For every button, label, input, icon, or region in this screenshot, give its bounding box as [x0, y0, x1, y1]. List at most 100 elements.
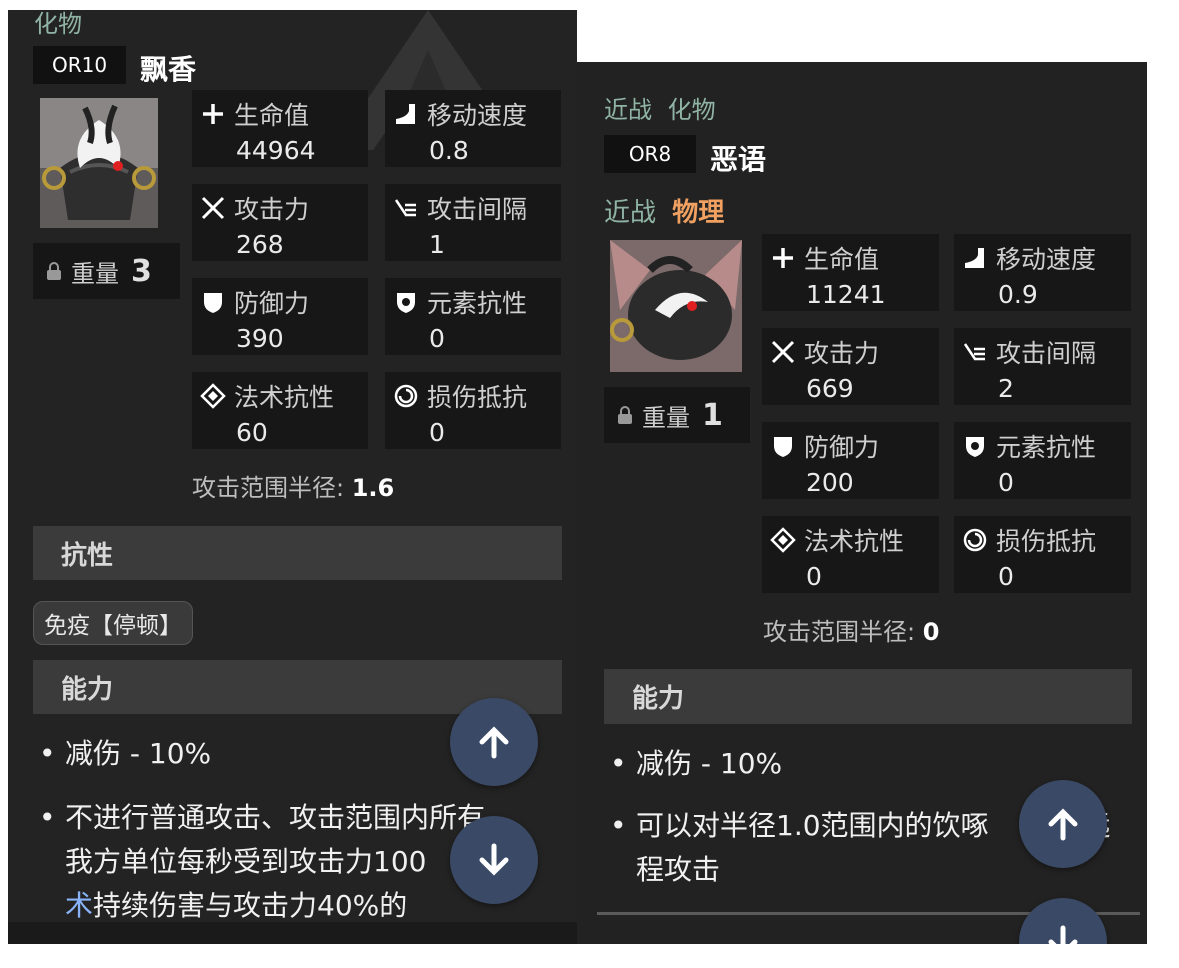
stat-damage-resistance: 损伤抵抗 0 [385, 372, 561, 449]
stat-value: 669 [806, 374, 854, 403]
weight-box: 重量 1 [604, 387, 750, 443]
lock-icon [47, 262, 61, 280]
stat-move-speed: 移动速度 0.9 [954, 234, 1131, 311]
stat-element-resistance: 元素抗性 0 [954, 422, 1131, 499]
stat-label: 生命值 [804, 245, 880, 274]
stat-attack-interval: 攻击间隔 2 [954, 328, 1131, 405]
enemy-card-left: 化物 OR10 飘香 重量 3 生命值 44964 移动速度 0.8 攻击力 2… [8, 10, 577, 944]
stat-label: 损伤抵抗 [996, 527, 1097, 556]
lock-icon [618, 406, 632, 424]
enemy-code-badge: OR8 [604, 135, 696, 173]
attack-type-line: 近战 物理 [604, 192, 724, 229]
stat-value: 268 [236, 230, 284, 259]
interval-icon [963, 343, 985, 361]
ability-text: 减伤 - 10% [65, 737, 212, 770]
stat-label: 移动速度 [427, 101, 528, 130]
stat-label: 防御力 [234, 289, 310, 318]
stat-value: 0 [998, 562, 1014, 591]
enemy-name: 恶语 [710, 143, 767, 176]
weight-value: 1 [702, 397, 723, 433]
stat-value: 0 [429, 324, 445, 353]
range-label: 攻击范围半径: [763, 618, 916, 646]
stat-defense: 防御力 200 [762, 422, 939, 499]
arrow-up-icon [1048, 808, 1078, 841]
arts-link[interactable]: 术 [65, 889, 93, 922]
stat-move-speed: 移动速度 0.8 [385, 90, 561, 167]
ability-text-line: 我方单位每秒受到攻击力100 [65, 845, 427, 878]
stat-value: 11241 [806, 280, 886, 309]
stat-label: 攻击力 [804, 339, 880, 368]
shield-icon [204, 293, 222, 313]
swirl-icon [394, 384, 418, 408]
stat-label: 攻击力 [234, 195, 310, 224]
swirl-icon [963, 528, 987, 552]
stat-label: 损伤抵抗 [427, 383, 528, 412]
arrow-down-icon [1048, 925, 1078, 944]
arrow-down-icon [479, 843, 509, 876]
stat-element-resistance: 元素抗性 0 [385, 278, 561, 355]
stat-hp: 生命值 11241 [762, 234, 939, 311]
stat-label: 元素抗性 [996, 433, 1097, 462]
scroll-down-button[interactable] [450, 816, 538, 904]
portrait-image [610, 240, 742, 372]
weight-label: 重量 [71, 259, 119, 288]
immunity-tag: 免疫【停顿】 [33, 601, 193, 645]
stat-value: 0 [806, 562, 822, 591]
element-shield-icon [966, 437, 984, 457]
stat-label: 攻击间隔 [996, 339, 1097, 368]
stat-value: 0 [998, 468, 1014, 497]
enemy-portrait[interactable] [610, 240, 742, 372]
diamond-icon [770, 527, 796, 553]
range-label: 攻击范围半径: [192, 474, 345, 502]
ability-item: • 减伤 - 10% [610, 747, 783, 780]
stat-arts-resistance: 法术抗性 60 [192, 372, 368, 449]
enemy-name: 飘香 [140, 53, 197, 86]
enemy-card-right: 近战 化物 OR8 恶语 近战 物理 重量 1 生命值 11241 移动速度 0… [577, 62, 1147, 944]
scroll-up-button[interactable] [1019, 780, 1107, 868]
enemy-portrait[interactable] [40, 98, 158, 228]
stat-label: 攻击间隔 [427, 195, 528, 224]
scroll-down-button[interactable] [1019, 898, 1107, 944]
stat-value: 44964 [236, 136, 316, 165]
portrait-image [40, 98, 158, 228]
shield-icon [774, 437, 792, 457]
resistance-header: 抗性 [33, 526, 562, 580]
category-label: 近战 [604, 96, 652, 124]
boot-icon [396, 104, 415, 124]
ability-item: • 减伤 - 10% [39, 737, 212, 770]
boot-icon [965, 248, 984, 268]
stat-arts-resistance: 法术抗性 0 [762, 516, 939, 593]
stat-label: 移动速度 [996, 245, 1097, 274]
stat-value: 2 [998, 374, 1014, 403]
ability-text-line: 持续伤害与攻击力40%的 [93, 889, 408, 922]
stat-damage-resistance: 损伤抵抗 0 [954, 516, 1131, 593]
weight-box: 重量 3 [33, 243, 180, 299]
stat-value: 0 [429, 418, 445, 447]
stat-label: 元素抗性 [427, 289, 528, 318]
stat-value: 60 [236, 418, 268, 447]
category-label: 化物 [34, 10, 82, 38]
stat-value: 0.9 [998, 280, 1038, 309]
crossed-swords-icon [201, 196, 225, 220]
enemy-code-badge: OR10 [33, 46, 126, 84]
range-value: 1.6 [351, 474, 395, 502]
stat-label: 生命值 [234, 101, 310, 130]
stat-defense: 防御力 390 [192, 278, 368, 355]
damage-type: 物理 [672, 198, 725, 228]
stat-attack: 攻击力 669 [762, 328, 939, 405]
top-margin [0, 0, 1179, 10]
crossed-swords-icon [771, 340, 795, 364]
stat-attack-interval: 攻击间隔 1 [385, 184, 561, 261]
stat-value: 200 [806, 468, 854, 497]
ability-header: 能力 [604, 669, 1132, 724]
plus-icon [773, 248, 793, 268]
scroll-up-button[interactable] [450, 698, 538, 786]
interval-icon [394, 199, 416, 217]
stat-hp: 生命值 44964 [192, 90, 368, 167]
stat-value: 390 [236, 324, 284, 353]
category-labels: 近战 化物 [604, 90, 716, 125]
weight-label: 重量 [642, 403, 690, 432]
diamond-icon [200, 383, 226, 409]
ability-text: 减伤 - 10% [636, 747, 783, 780]
stat-value: 1 [429, 230, 445, 259]
